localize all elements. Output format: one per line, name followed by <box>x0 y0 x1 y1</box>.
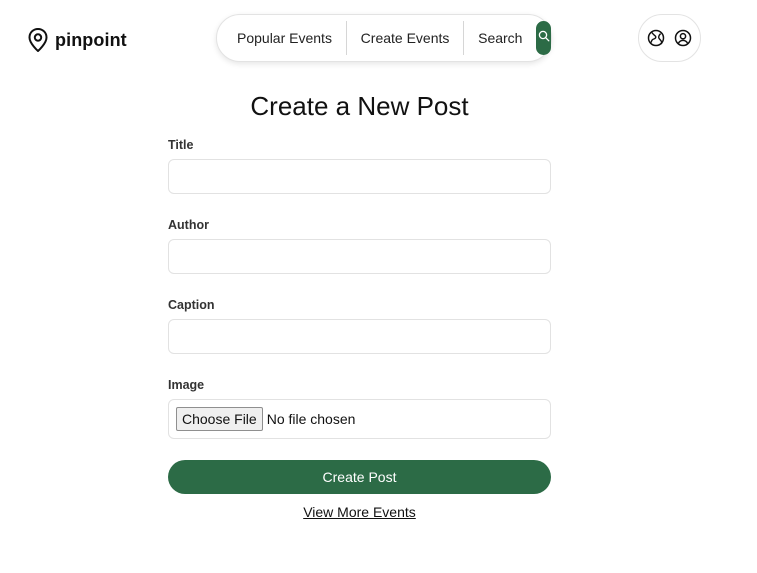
search-button[interactable] <box>536 21 551 55</box>
user-icon[interactable] <box>674 29 692 47</box>
choose-file-button[interactable]: Choose File <box>176 407 263 431</box>
nav-create-events[interactable]: Create Events <box>347 21 464 55</box>
brand-name: pinpoint <box>55 29 127 50</box>
caption-label: Caption <box>168 298 215 312</box>
image-label: Image <box>168 378 205 392</box>
author-input[interactable] <box>168 239 551 274</box>
file-status: No file chosen <box>266 411 356 427</box>
page-title: Create a New Post <box>250 91 469 121</box>
image-file-input: Choose File No file chosen <box>168 399 551 439</box>
globe-icon[interactable] <box>647 29 665 47</box>
page: pinpoint Popular Events Create Events Se… <box>0 0 757 573</box>
search-icon <box>538 29 550 47</box>
brand-logo[interactable]: pinpoint <box>27 27 127 53</box>
user-menu <box>638 14 701 62</box>
main-nav: Popular Events Create Events Search <box>216 14 552 62</box>
caption-input[interactable] <box>168 319 551 354</box>
author-label: Author <box>168 218 209 232</box>
title-label: Title <box>168 138 194 152</box>
create-post-button[interactable]: Create Post <box>168 460 551 494</box>
nav-popular-events[interactable]: Popular Events <box>217 21 346 55</box>
title-input[interactable] <box>168 159 551 194</box>
map-pin-icon <box>27 27 49 53</box>
nav-search[interactable]: Search <box>464 21 536 55</box>
view-more-events-link[interactable]: View More Events <box>168 504 551 520</box>
